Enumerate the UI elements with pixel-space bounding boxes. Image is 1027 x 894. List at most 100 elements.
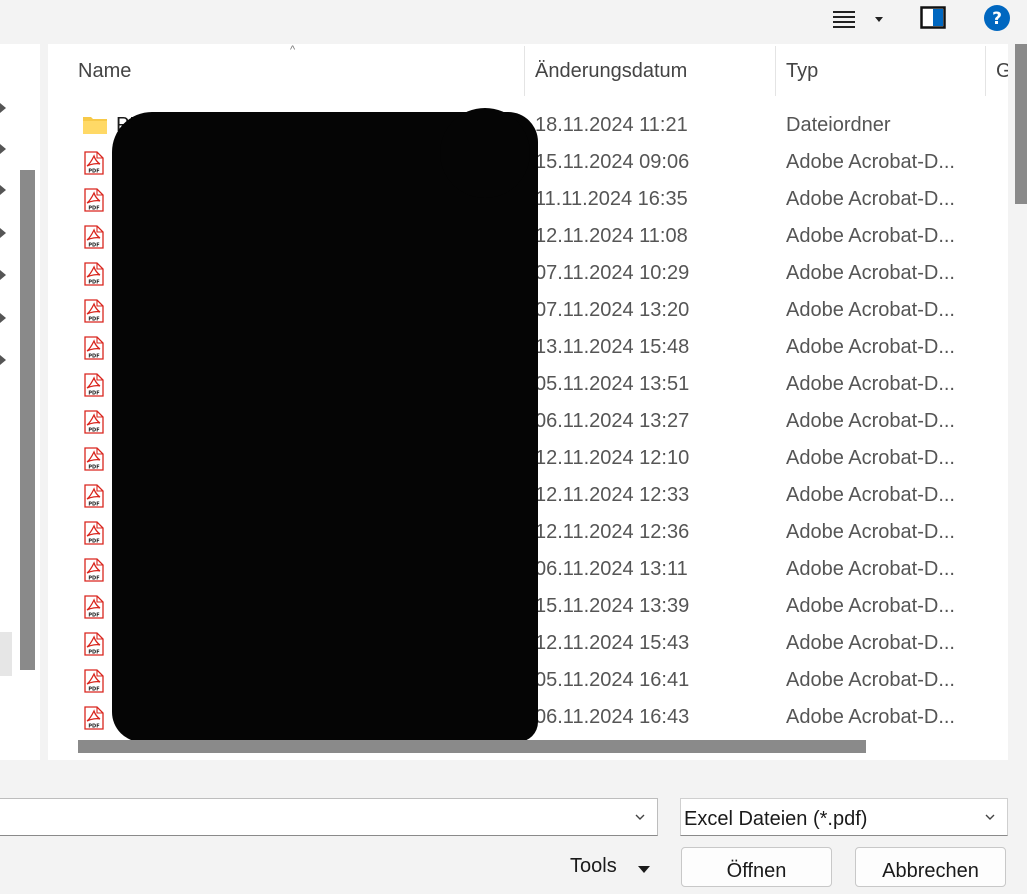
file-type: Dateiordner xyxy=(786,114,891,136)
pdf-icon: PDF xyxy=(82,447,106,471)
file-type: Adobe Acrobat-D... xyxy=(786,225,955,247)
file-date: 15.11.2024 09:06 xyxy=(535,151,690,173)
pdf-icon: PDF xyxy=(82,558,106,582)
file-type: Adobe Acrobat-D... xyxy=(786,558,955,580)
file-type: Adobe Acrobat-D... xyxy=(786,484,955,506)
file-date: 07.11.2024 13:20 xyxy=(535,299,690,321)
filename-input[interactable] xyxy=(0,798,658,836)
chevron-right-icon[interactable] xyxy=(0,102,8,114)
file-type: Adobe Acrobat-D... xyxy=(786,262,955,284)
column-header-name[interactable]: Name xyxy=(78,44,518,96)
pdf-icon: PDF xyxy=(82,632,106,656)
chevron-down-icon xyxy=(985,814,995,820)
chevron-right-icon[interactable] xyxy=(0,184,8,196)
file-type: Adobe Acrobat-D... xyxy=(786,447,955,469)
svg-text:PDF: PDF xyxy=(88,650,99,656)
file-date: 12.11.2024 12:10 xyxy=(535,447,690,469)
svg-text:PDF: PDF xyxy=(88,539,99,545)
file-date: 05.11.2024 13:51 xyxy=(535,373,690,395)
column-header-row: ^ Name Änderungsdatum Typ G xyxy=(48,44,1008,96)
svg-text:PDF: PDF xyxy=(88,502,99,508)
preview-pane-icon xyxy=(920,6,946,29)
file-type: Adobe Acrobat-D... xyxy=(786,632,955,654)
pdf-icon: PDF xyxy=(82,188,106,212)
svg-text:?: ? xyxy=(992,9,1002,29)
svg-text:PDF: PDF xyxy=(88,428,99,434)
column-header-date[interactable]: Änderungsdatum xyxy=(535,44,775,96)
pdf-icon: PDF xyxy=(82,336,106,360)
column-divider[interactable] xyxy=(775,46,776,96)
chevron-right-icon[interactable] xyxy=(0,143,8,155)
chevron-right-icon[interactable] xyxy=(0,312,8,324)
help-button[interactable]: ? xyxy=(982,3,1012,33)
redaction-overlay xyxy=(440,108,530,198)
vertical-scrollbar[interactable] xyxy=(1015,44,1027,204)
file-type: Adobe Acrobat-D... xyxy=(786,299,955,321)
file-date: 05.11.2024 16:41 xyxy=(535,669,690,691)
svg-text:PDF: PDF xyxy=(88,206,99,212)
pdf-icon: PDF xyxy=(82,151,106,175)
view-options-button[interactable] xyxy=(830,6,886,34)
pdf-icon: PDF xyxy=(82,706,106,730)
file-type: Adobe Acrobat-D... xyxy=(786,373,955,395)
pane-divider[interactable] xyxy=(40,44,48,760)
file-date: 06.11.2024 13:11 xyxy=(535,558,688,580)
column-divider[interactable] xyxy=(524,46,525,96)
file-type: Adobe Acrobat-D... xyxy=(786,336,955,358)
file-date: 06.11.2024 16:43 xyxy=(535,706,690,728)
svg-text:PDF: PDF xyxy=(88,724,99,730)
svg-text:PDF: PDF xyxy=(88,576,99,582)
pdf-icon: PDF xyxy=(82,225,106,249)
svg-text:PDF: PDF xyxy=(88,354,99,360)
cancel-button[interactable]: Abbrechen xyxy=(855,847,1006,887)
file-date: 13.11.2024 15:48 xyxy=(535,336,690,358)
column-header-size[interactable]: G xyxy=(996,44,1008,96)
pdf-icon: PDF xyxy=(82,595,106,619)
column-divider[interactable] xyxy=(985,46,986,96)
svg-text:PDF: PDF xyxy=(88,243,99,249)
file-date: 12.11.2024 12:36 xyxy=(535,521,690,543)
svg-text:PDF: PDF xyxy=(88,391,99,397)
file-type: Adobe Acrobat-D... xyxy=(786,706,955,728)
svg-text:PDF: PDF xyxy=(88,169,99,175)
file-type: Adobe Acrobat-D... xyxy=(786,151,955,173)
file-date: 07.11.2024 10:29 xyxy=(535,262,690,284)
svg-text:PDF: PDF xyxy=(88,687,99,693)
svg-text:PDF: PDF xyxy=(88,465,99,471)
file-date: 12.11.2024 15:43 xyxy=(535,632,690,654)
navigation-selected-item[interactable] xyxy=(0,632,12,676)
pdf-icon: PDF xyxy=(82,410,106,434)
chevron-right-icon[interactable] xyxy=(0,269,8,281)
chevron-right-icon[interactable] xyxy=(0,354,8,366)
pdf-icon: PDF xyxy=(82,262,106,286)
pdf-icon: PDF xyxy=(82,373,106,397)
file-type-label: Excel Dateien (*.pdf) xyxy=(684,808,868,830)
file-type: Adobe Acrobat-D... xyxy=(786,410,955,432)
pdf-icon: PDF xyxy=(82,484,106,508)
navigation-scrollbar[interactable] xyxy=(20,170,35,670)
file-type: Adobe Acrobat-D... xyxy=(786,521,955,543)
pdf-icon: PDF xyxy=(82,669,106,693)
tools-button[interactable]: Tools xyxy=(570,855,617,878)
pdf-icon: PDF xyxy=(82,521,106,545)
file-date: 15.11.2024 13:39 xyxy=(535,595,690,617)
file-date: 06.11.2024 13:27 xyxy=(535,410,690,432)
file-type-select[interactable]: Excel Dateien (*.pdf) xyxy=(680,798,1008,836)
column-header-type[interactable]: Typ xyxy=(786,44,986,96)
pdf-icon: PDF xyxy=(82,299,106,323)
file-type: Adobe Acrobat-D... xyxy=(786,188,955,210)
file-type: Adobe Acrobat-D... xyxy=(786,595,955,617)
file-date: 11.11.2024 16:35 xyxy=(535,188,688,210)
horizontal-scrollbar[interactable] xyxy=(78,740,866,753)
open-button[interactable]: Öffnen xyxy=(681,847,832,887)
svg-text:PDF: PDF xyxy=(88,280,99,286)
svg-text:PDF: PDF xyxy=(88,317,99,323)
file-date: 12.11.2024 11:08 xyxy=(535,225,688,247)
chevron-right-icon[interactable] xyxy=(0,227,8,239)
chevron-down-icon[interactable] xyxy=(635,812,645,822)
file-type: Adobe Acrobat-D... xyxy=(786,669,955,691)
redaction-overlay xyxy=(112,112,538,742)
file-date: 12.11.2024 12:33 xyxy=(535,484,690,506)
preview-pane-button[interactable] xyxy=(918,4,948,32)
file-date: 18.11.2024 11:21 xyxy=(535,114,688,136)
